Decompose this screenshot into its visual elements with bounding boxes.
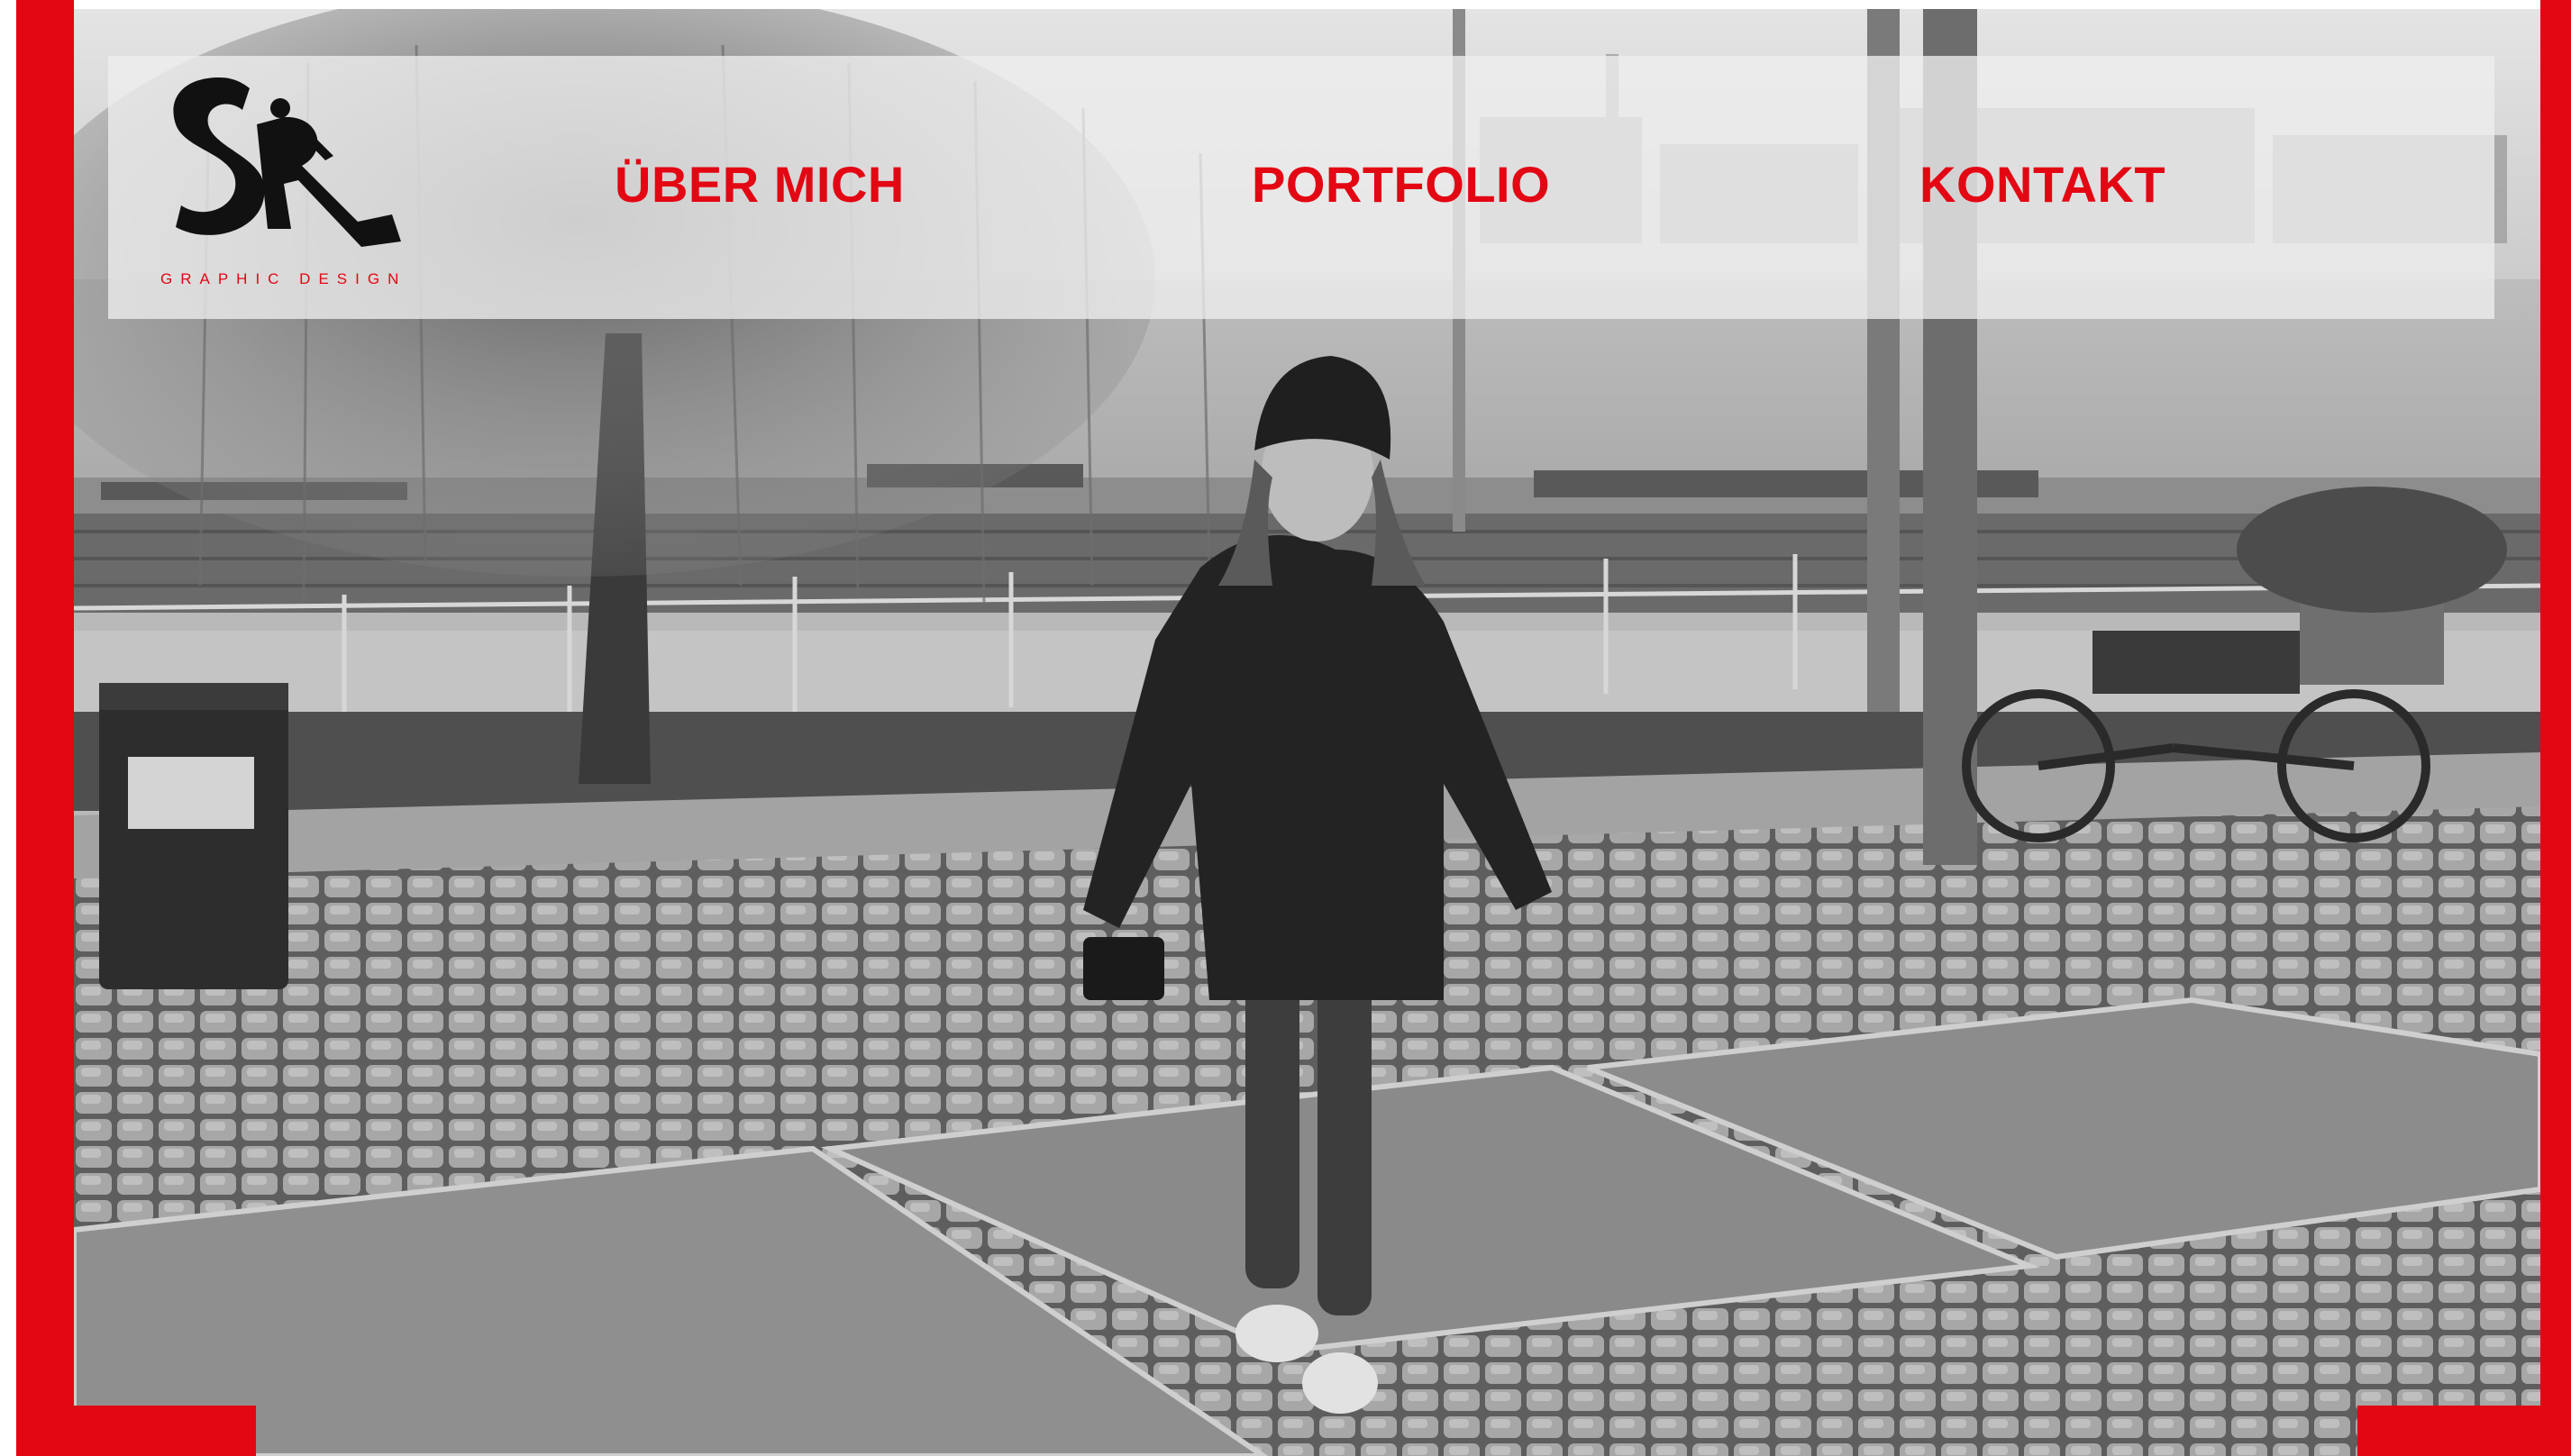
nav-link-about[interactable]: ÜBER MICH — [615, 155, 905, 214]
nav-link-contact[interactable]: KONTAKT — [1919, 155, 2165, 214]
frame-left-bar — [16, 0, 74, 1456]
frame-right-bar — [2540, 0, 2571, 1456]
frame-corner-bottom-right — [2357, 1406, 2571, 1456]
brand-logo[interactable] — [149, 70, 410, 291]
frame-corner-bottom-left — [16, 1406, 256, 1456]
nav-link-portfolio[interactable]: PORTFOLIO — [1252, 155, 1550, 214]
brand-tagline: GRAPHIC DESIGN — [160, 270, 407, 287]
